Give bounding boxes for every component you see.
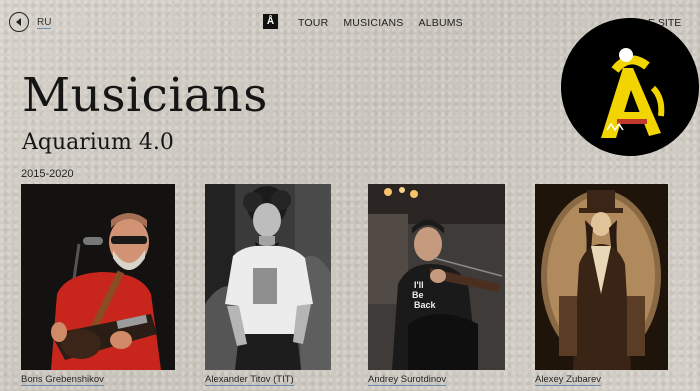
nav-albums[interactable]: ALBUMS [419, 17, 463, 29]
musician-name[interactable]: Boris Grebenshikov [21, 374, 104, 386]
aquarium-logo-badge[interactable] [561, 18, 699, 156]
main-nav: Å TOUR MUSICIANS ALBUMS [263, 14, 478, 29]
year-range: 2015-2020 [21, 168, 74, 180]
arrow-left-icon [16, 18, 21, 26]
musician-photo[interactable] [535, 184, 668, 370]
musician-name[interactable]: Alexander Titov (TIT) [205, 374, 294, 386]
musician-photo[interactable] [205, 184, 331, 370]
musician-name[interactable]: Alexey Zubarev [535, 374, 602, 386]
band-subtitle: Aquarium 4.0 [22, 130, 174, 155]
svg-text:Be: Be [412, 290, 424, 300]
svg-text:Back: Back [414, 300, 437, 310]
musician-card[interactable]: Boris Grebenshikov [21, 184, 175, 386]
musician-name[interactable]: Andrey Surotdinov [368, 374, 447, 386]
page-title: Musicians [22, 68, 268, 123]
aquarium-logo-icon [561, 18, 699, 156]
musician-card[interactable]: Alexander Titov (TIT) [205, 184, 331, 386]
back-button[interactable] [9, 12, 29, 32]
nav-musicians[interactable]: MUSICIANS [343, 17, 403, 29]
musician-card[interactable]: I'll Be Back Andrey Surotdinov [368, 184, 505, 386]
svg-text:I'll: I'll [414, 280, 424, 290]
nav-logo[interactable]: Å [263, 14, 278, 29]
musician-photo[interactable]: I'll Be Back [368, 184, 505, 370]
musician-photo[interactable] [21, 184, 175, 370]
nav-tour[interactable]: TOUR [298, 17, 328, 29]
language-switch[interactable]: RU [37, 17, 52, 29]
musician-card[interactable]: Alexey Zubarev [535, 184, 668, 386]
